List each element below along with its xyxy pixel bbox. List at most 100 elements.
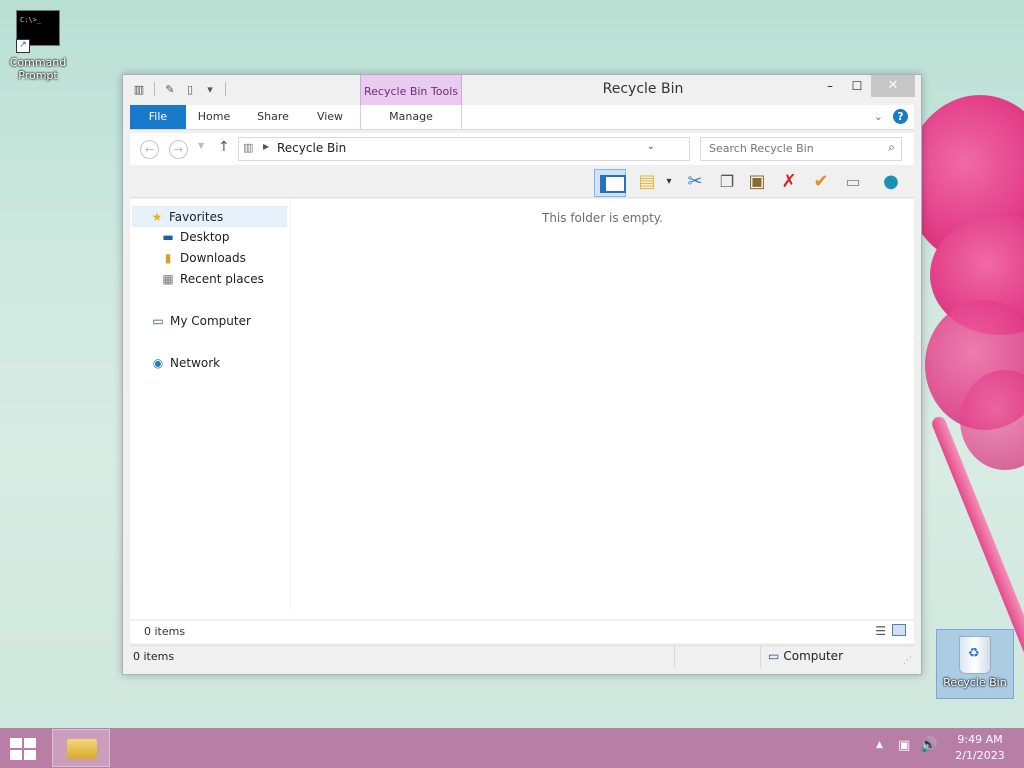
taskbar-file-explorer-button[interactable] bbox=[52, 729, 110, 767]
properties-icon[interactable]: ▭ bbox=[840, 169, 866, 195]
expand-ribbon-icon[interactable]: ⌄ bbox=[874, 110, 883, 123]
items-count-bar: 0 items ☰ bbox=[130, 621, 914, 643]
command-prompt-glyph: C:\>_ bbox=[20, 16, 42, 24]
sidebar-item-favorites[interactable]: ★ Favorites bbox=[132, 206, 287, 227]
status-separator bbox=[674, 646, 675, 668]
network-icon[interactable]: ▣ bbox=[898, 738, 910, 753]
sidebar-item-downloads[interactable]: ▮ Downloads bbox=[130, 248, 246, 269]
large-icons-view-icon[interactable] bbox=[892, 624, 906, 636]
volume-icon[interactable]: 🔊 bbox=[920, 737, 937, 753]
minimize-button[interactable]: – bbox=[815, 75, 845, 97]
clock-date: 2/1/2023 bbox=[955, 749, 1005, 762]
new-folder-icon[interactable]: ▯ bbox=[182, 81, 198, 97]
ribbon-tabs: File Home Share View Manage ⌄ ? bbox=[130, 105, 914, 130]
sidebar-item-recent-places[interactable]: ▦ Recent places bbox=[130, 269, 264, 290]
resize-grip-icon[interactable]: ⋰ bbox=[903, 656, 912, 666]
desktop-icon-recycle-bin[interactable]: Recycle Bin bbox=[936, 629, 1014, 699]
status-items-count: 0 items bbox=[133, 650, 175, 663]
recycle-bin-small-icon[interactable]: ▥ bbox=[131, 81, 147, 97]
navigation-pane: ★ Favorites ▬ Desktop ▮ Downloads ▦ Recent p… bbox=[130, 199, 291, 609]
paste-icon[interactable]: ▣ bbox=[744, 169, 770, 195]
cut-icon[interactable]: ✂ bbox=[682, 169, 708, 195]
tab-manage[interactable]: Manage bbox=[360, 105, 462, 129]
folder-options-dropdown-icon[interactable]: ▾ bbox=[662, 169, 676, 195]
desktop-icon: ▬ bbox=[162, 230, 174, 244]
help-icon[interactable]: ? bbox=[893, 109, 908, 124]
windows-logo-pane bbox=[10, 750, 22, 760]
recent-places-icon: ▦ bbox=[162, 272, 174, 286]
navigation-pane-toggle-button[interactable] bbox=[594, 169, 626, 197]
folder-options-icon[interactable]: ▤ bbox=[634, 169, 660, 195]
recycle-bin-small-icon: ▥ bbox=[243, 141, 254, 154]
forward-button[interactable]: → bbox=[169, 140, 188, 159]
restore-icon[interactable]: ✔ bbox=[808, 169, 834, 195]
quick-access-toolbar: ▥ ✎ ▯ ▾ bbox=[131, 81, 229, 97]
status-location-label: Computer bbox=[783, 649, 843, 663]
show-hidden-icons-icon[interactable]: ▲ bbox=[876, 740, 883, 750]
star-icon: ★ bbox=[151, 210, 163, 224]
sidebar-item-label: Network bbox=[170, 356, 221, 370]
address-bar[interactable]: ▥ ▶ Recycle Bin ⌄ ↻ bbox=[238, 137, 792, 161]
sidebar-item-label: Desktop bbox=[180, 230, 230, 244]
content-area: ★ Favorites ▬ Desktop ▮ Downloads ▦ Recent p… bbox=[130, 199, 914, 619]
computer-icon: ▭ bbox=[152, 314, 164, 328]
desktop-icon-label: Recycle Bin bbox=[943, 676, 1007, 689]
context-tab-header: Recycle Bin Tools bbox=[360, 75, 462, 105]
tab-view[interactable]: View bbox=[308, 105, 352, 129]
tab-file[interactable]: File bbox=[130, 105, 186, 129]
delete-icon[interactable]: ✗ bbox=[776, 169, 802, 195]
customize-qat-icon[interactable]: ▾ bbox=[202, 81, 218, 97]
details-view-icon[interactable]: ☰ bbox=[875, 624, 886, 638]
items-count: 0 items bbox=[144, 625, 186, 638]
sidebar-item-label: Downloads bbox=[180, 251, 246, 265]
status-bar: 0 items ▭ Computer ⋰ bbox=[130, 645, 914, 668]
status-separator bbox=[760, 646, 761, 668]
windows-logo-pane bbox=[24, 750, 36, 760]
command-prompt-icon: C:\>_ ↗ bbox=[16, 10, 60, 53]
desktop-icon-label: Command Prompt bbox=[9, 56, 67, 82]
properties-icon[interactable]: ✎ bbox=[162, 81, 178, 97]
search-input[interactable] bbox=[701, 138, 887, 158]
clock-time: 9:49 AM bbox=[957, 733, 1003, 746]
downloads-folder-icon: ▮ bbox=[164, 251, 172, 265]
recycle-bin-icon bbox=[959, 636, 991, 674]
tab-home[interactable]: Home bbox=[192, 105, 236, 129]
search-box[interactable]: ⌕ bbox=[700, 137, 902, 161]
network-icon: ◉ bbox=[152, 356, 164, 370]
computer-icon: ▭ bbox=[768, 649, 780, 663]
tab-share[interactable]: Share bbox=[248, 105, 298, 129]
status-location: ▭ Computer bbox=[768, 649, 843, 663]
clock[interactable]: 9:49 AM 2/1/2023 bbox=[944, 732, 1016, 764]
qat-separator bbox=[225, 82, 226, 96]
internet-icon[interactable]: ● bbox=[878, 169, 904, 195]
desktop-icon-command-prompt[interactable]: C:\>_ ↗ Command Prompt bbox=[6, 10, 70, 82]
window-title: Recycle Bin bbox=[602, 81, 684, 97]
sidebar-item-desktop[interactable]: ▬ Desktop bbox=[130, 227, 230, 248]
sidebar-item-label: My Computer bbox=[170, 314, 251, 328]
shortcut-arrow-icon: ↗ bbox=[16, 39, 30, 53]
maximize-button[interactable]: ☐ bbox=[842, 75, 872, 97]
sidebar-item-network[interactable]: ◉ Network bbox=[130, 353, 220, 374]
start-button[interactable] bbox=[10, 738, 38, 760]
windows-logo-pane bbox=[24, 738, 36, 748]
close-button[interactable]: ✕ bbox=[871, 75, 915, 97]
empty-folder-message: This folder is empty. bbox=[542, 211, 663, 225]
ribbon-right-controls: ⌄ ? bbox=[874, 109, 908, 124]
breadcrumb-chevron-icon[interactable]: ▶ bbox=[263, 142, 269, 151]
toolbar: ▤ ▾ ✂ ❐ ▣ ✗ ✔ ▭ ● bbox=[130, 167, 914, 198]
windows-logo-pane bbox=[10, 738, 22, 748]
breadcrumb-recycle-bin[interactable]: Recycle Bin bbox=[277, 141, 346, 155]
search-icon[interactable]: ⌕ bbox=[888, 140, 895, 155]
sidebar-item-label: Favorites bbox=[169, 210, 224, 224]
recent-locations-chevron-icon[interactable]: ▼ bbox=[198, 141, 204, 150]
sidebar-item-label: Recent places bbox=[180, 272, 264, 286]
back-button[interactable]: ← bbox=[140, 140, 159, 159]
address-dropdown-icon[interactable]: ⌄ bbox=[647, 141, 655, 152]
title-bar[interactable]: ▥ ✎ ▯ ▾ Recycle Bin Tools Recycle Bin – … bbox=[123, 75, 921, 105]
sidebar-item-my-computer[interactable]: ▭ My Computer bbox=[130, 311, 251, 332]
explorer-window: ▥ ✎ ▯ ▾ Recycle Bin Tools Recycle Bin – … bbox=[122, 74, 922, 675]
taskbar: ▲ ▣ 🔊 9:49 AM 2/1/2023 bbox=[0, 728, 1024, 768]
copy-icon[interactable]: ❐ bbox=[714, 169, 740, 195]
navigation-bar: ← → ▼ ↑ ▥ ▶ Recycle Bin ⌄ ↻ ⌕ bbox=[130, 133, 914, 165]
up-button[interactable]: ↑ bbox=[218, 139, 230, 155]
